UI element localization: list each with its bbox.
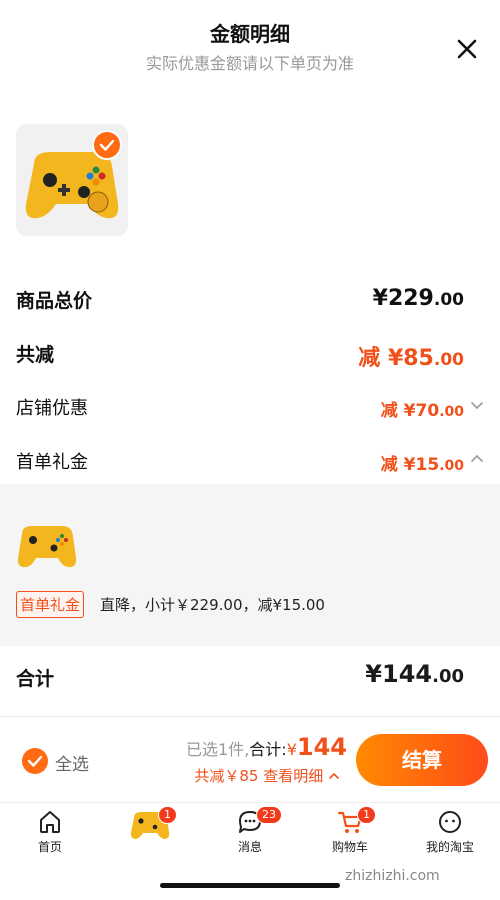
select-all-label[interactable]: 全选 bbox=[55, 750, 89, 775]
view-details-link[interactable]: 共减￥85 查看明细 bbox=[194, 765, 340, 786]
gift-detail-text: 直降，小计￥229.00，减¥15.00 bbox=[100, 596, 325, 614]
chevron-up-icon bbox=[329, 772, 339, 779]
divider bbox=[0, 716, 500, 717]
tab-badge: 1 bbox=[357, 806, 376, 824]
tab-profile[interactable]: 我的淘宝 bbox=[400, 808, 500, 855]
selected-total: 已选1件,合计:¥144 bbox=[186, 733, 347, 761]
shop-discount-value[interactable]: 减 ¥70.00 bbox=[381, 396, 464, 421]
close-icon[interactable] bbox=[452, 34, 482, 64]
tab-messages[interactable]: 23 消息 bbox=[200, 806, 300, 855]
select-all-checkbox[interactable] bbox=[22, 748, 48, 774]
profile-icon bbox=[439, 811, 461, 833]
chevron-down-icon[interactable] bbox=[468, 396, 486, 414]
home-icon bbox=[40, 811, 60, 833]
first-order-gift-tag: 首单礼金 bbox=[16, 591, 85, 618]
page-title: 金额明细 bbox=[210, 22, 290, 46]
checkout-button[interactable]: 结算 bbox=[356, 734, 488, 786]
summary-label: 合计 bbox=[16, 668, 55, 690]
tab-badge: 1 bbox=[158, 806, 177, 824]
total-reduction-value: 减 ¥85.00 bbox=[358, 346, 464, 371]
controller-thumbnail-icon bbox=[17, 526, 77, 568]
page-subtitle: 实际优惠金额请以下单页为准 bbox=[145, 54, 354, 73]
check-icon bbox=[99, 139, 115, 151]
tab-cart[interactable]: 1 购物车 bbox=[300, 806, 400, 855]
check-icon bbox=[27, 755, 43, 767]
total-reduction-label: 共减 bbox=[16, 344, 55, 366]
home-indicator bbox=[160, 883, 340, 888]
chevron-up-icon[interactable] bbox=[468, 450, 486, 468]
divider bbox=[0, 802, 500, 803]
tab-product[interactable]: 1 bbox=[100, 806, 200, 842]
tab-home[interactable]: 首页 bbox=[0, 808, 100, 855]
product-selected-check[interactable] bbox=[92, 130, 122, 160]
tab-badge: 23 bbox=[256, 806, 282, 824]
summary-value: ¥144.00 bbox=[365, 660, 464, 688]
total-price-value: ¥229.00 bbox=[372, 286, 464, 311]
shop-discount-label: 店铺优惠 bbox=[16, 398, 88, 419]
total-price-label: 商品总价 bbox=[16, 290, 93, 312]
first-order-gift-label: 首单礼金 bbox=[16, 452, 88, 473]
first-order-gift-value[interactable]: 减 ¥15.00 bbox=[381, 450, 464, 475]
watermark: zhizhizhi.com bbox=[345, 868, 440, 884]
